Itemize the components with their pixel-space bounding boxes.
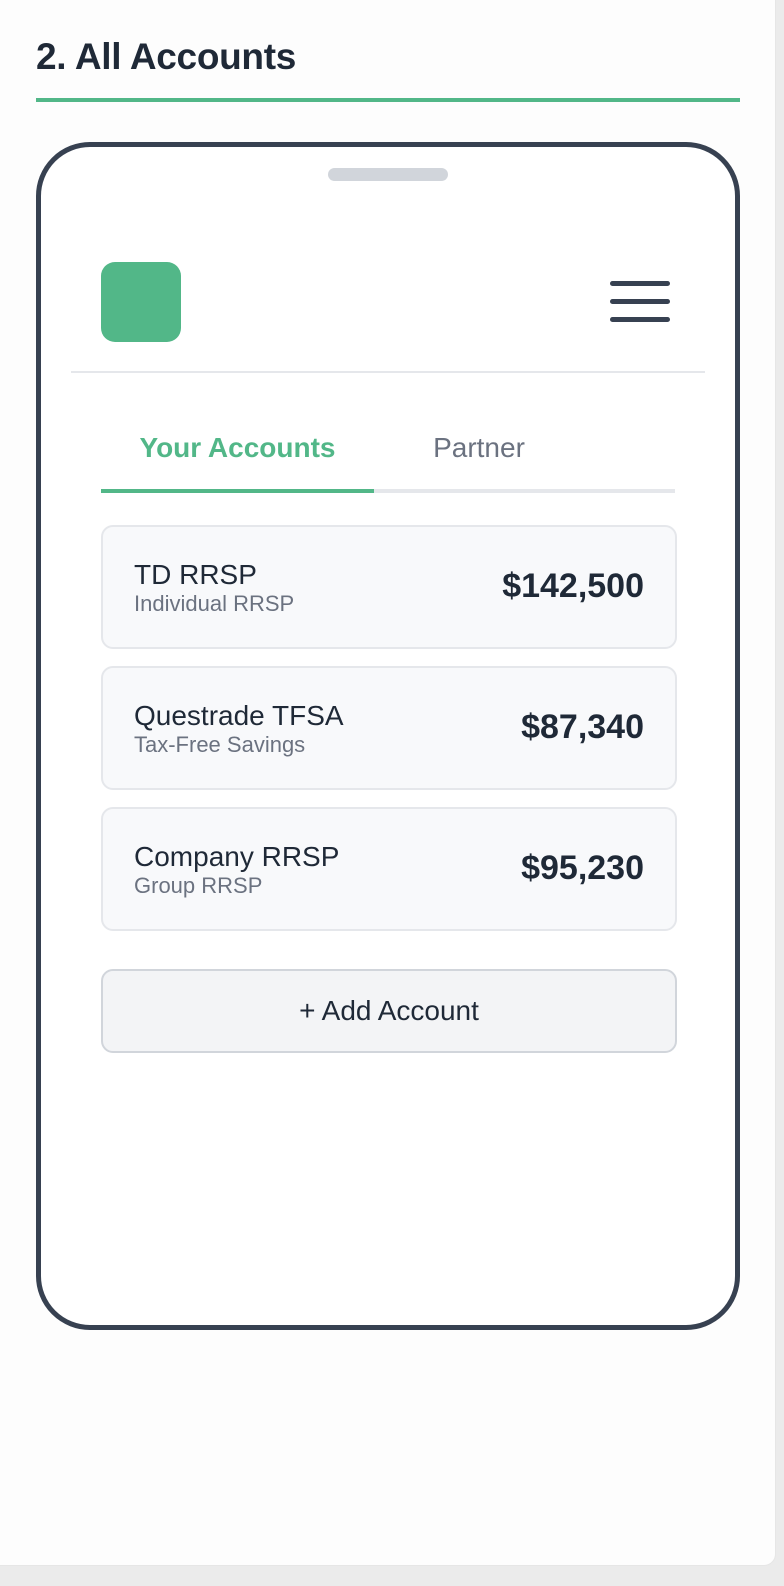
title-underline [36, 98, 740, 102]
menu-bar [610, 317, 670, 322]
account-name: TD RRSP [134, 559, 257, 590]
account-balance: $142,500 [502, 567, 644, 605]
account-type: Group RRSP [134, 873, 263, 898]
menu-bar [610, 281, 670, 286]
section-title: 2. All Accounts [36, 36, 297, 77]
tab-partner[interactable]: Partner [374, 407, 584, 489]
phone-notch [328, 168, 448, 181]
account-name: Company RRSP [134, 841, 340, 872]
hamburger-menu-icon[interactable] [608, 276, 672, 324]
account-balance: $95,230 [521, 849, 644, 887]
account-type: Tax-Free Savings [134, 732, 306, 757]
tab-your-accounts[interactable]: Your Accounts [101, 407, 374, 493]
account-balance: $87,340 [521, 708, 644, 746]
page-panel: 2. All Accounts Your Accounts Partner TD… [0, 0, 776, 1566]
account-type: Individual RRSP [134, 591, 295, 616]
add-account-button[interactable]: + Add Account [101, 969, 677, 1053]
menu-bar [610, 299, 670, 304]
account-card[interactable]: TD RRSP Individual RRSP $142,500 [101, 525, 677, 649]
phone-frame: Your Accounts Partner TD RRSP Individual… [36, 142, 740, 1330]
app-logo-icon [101, 262, 181, 342]
app-header [71, 224, 705, 373]
account-name: Questrade TFSA [134, 700, 344, 731]
account-card[interactable]: Company RRSP Group RRSP $95,230 [101, 807, 677, 931]
account-card[interactable]: Questrade TFSA Tax-Free Savings $87,340 [101, 666, 677, 790]
account-tabs: Your Accounts Partner [101, 407, 675, 493]
